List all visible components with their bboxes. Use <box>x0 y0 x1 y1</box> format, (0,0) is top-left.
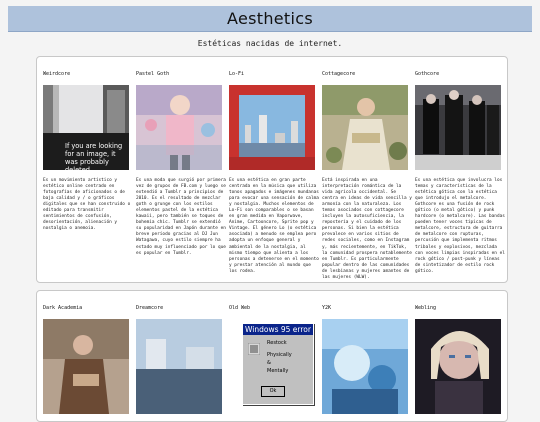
aesthetic-image-old-web[interactable]: Windows 95 error Restock Physically & Me… <box>229 319 315 414</box>
dialog-ok-button[interactable]: Ok <box>261 386 285 397</box>
aesthetic-image-dreamcore[interactable] <box>136 319 222 414</box>
aesthetic-name: Gothcore <box>415 71 440 77</box>
aesthetic-image-lo-fi[interactable] <box>229 85 315 170</box>
aesthetic-image-webling[interactable] <box>415 319 501 414</box>
aesthetic-name: Lo-Fi <box>229 71 245 77</box>
aesthetic-card-weirdcore[interactable]: Weirdcore If you are looking for an imag… <box>43 71 130 232</box>
aesthetic-name: Dark Academia <box>43 305 83 311</box>
aesthetic-image-pastel-goth[interactable] <box>136 85 222 170</box>
aesthetic-image-cottagecore[interactable] <box>322 85 408 170</box>
image-caption: If you are looking for an image, it was … <box>65 142 123 170</box>
aesthetic-description: Es una moda que surgió por primera vez d… <box>136 178 226 256</box>
aesthetic-card-gothcore[interactable]: Gothcore Es una estética que involucra l… <box>415 71 505 275</box>
aesthetic-description: Es una estética que involucra los temas … <box>415 178 505 274</box>
aesthetic-card-old-web[interactable]: Old Web Windows 95 error Restock Physica… <box>229 305 316 414</box>
aesthetic-name: Webling <box>415 305 437 311</box>
aesthetic-card-dark-academia[interactable]: Dark Academia <box>43 305 130 414</box>
aesthetic-name: Cottagecore <box>322 71 356 77</box>
dialog-line-3: & <box>267 360 271 366</box>
dialog-line-4: Mentally <box>267 368 289 374</box>
aesthetic-description: Es un movimiento artístico y estético on… <box>43 178 131 232</box>
aesthetic-name: Dreamcore <box>136 305 164 311</box>
aesthetic-card-lo-fi[interactable]: Lo-Fi Es una estética en gran parte cent… <box>229 71 319 275</box>
aesthetic-image-weirdcore[interactable]: If you are looking for an image, it was … <box>43 85 129 170</box>
aesthetic-card-pastel-goth[interactable]: Pastel Goth Es una moda que surgió por p… <box>136 71 226 257</box>
aesthetic-card-cottagecore[interactable]: Cottagecore Está inspirada en una interp… <box>322 71 412 281</box>
aesthetic-description: Es una estética en gran parte centrada e… <box>229 178 319 274</box>
aesthetic-name: Pastel Goth <box>136 71 170 77</box>
aesthetic-image-y2k[interactable] <box>322 319 408 414</box>
aesthetics-panel-2: Dark Academia Dreamcore Old Web Windows … <box>36 290 508 422</box>
aesthetic-name: Y2K <box>322 305 332 311</box>
aesthetics-panel-1: Weirdcore If you are looking for an imag… <box>36 56 508 283</box>
dialog-line-1: Restock <box>267 340 287 346</box>
aesthetic-image-dark-academia[interactable] <box>43 319 129 414</box>
windows-error-dialog: Windows 95 error Restock Physically & Me… <box>242 323 314 405</box>
aesthetic-image-gothcore[interactable] <box>415 85 501 170</box>
aesthetic-card-y2k[interactable]: Y2K <box>322 305 409 414</box>
aesthetic-name: Weirdcore <box>43 71 71 77</box>
aesthetic-card-webling[interactable]: Webling <box>415 305 502 414</box>
error-icon <box>248 343 260 355</box>
aesthetic-description: Está inspirada en una interpretación rom… <box>322 178 412 280</box>
dialog-title: Windows 95 error <box>243 324 313 335</box>
page-subtitle: Estéticas nacidas de internet. <box>197 39 343 48</box>
dialog-line-2: Physically <box>267 352 292 358</box>
aesthetic-card-dreamcore[interactable]: Dreamcore <box>136 305 223 414</box>
aesthetic-name: Old Web <box>229 305 251 311</box>
page-header: Aesthetics <box>8 6 532 32</box>
page-title: Aesthetics <box>227 9 313 28</box>
